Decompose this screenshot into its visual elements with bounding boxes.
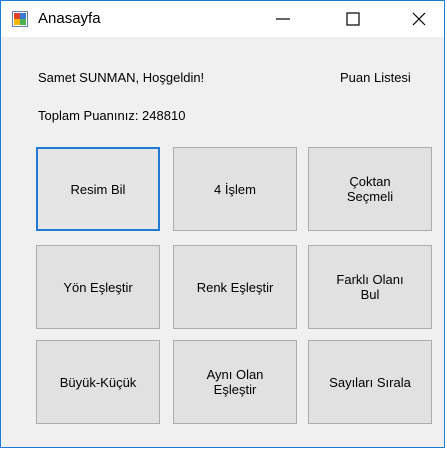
dort-islem-button[interactable]: 4 İşlem bbox=[173, 147, 297, 231]
minimize-button[interactable] bbox=[260, 1, 306, 37]
main-window: Anasayfa Samet SUNMAN, Hoşgeldin! Puan L… bbox=[0, 0, 445, 448]
app-window-icon bbox=[12, 11, 28, 27]
renk-eslestir-button[interactable]: Renk Eşleştir bbox=[173, 245, 297, 329]
leaderboard-link[interactable]: Puan Listesi bbox=[340, 70, 411, 86]
minimize-icon bbox=[276, 18, 290, 20]
coktan-secmeli-button[interactable]: Çoktan Seçmeli bbox=[308, 147, 432, 231]
farkli-olani-bul-button[interactable]: Farklı Olanı Bul bbox=[308, 245, 432, 329]
title-bar[interactable]: Anasayfa bbox=[1, 1, 444, 37]
total-points-label: Toplam Puanınız: 248810 bbox=[38, 108, 186, 123]
close-icon bbox=[412, 12, 426, 26]
ayni-olan-eslestir-button[interactable]: Aynı Olan Eşleştir bbox=[173, 340, 297, 424]
sayilari-sirala-button[interactable]: Sayıları Sırala bbox=[308, 340, 432, 424]
buyuk-kucuk-button[interactable]: Büyük-Küçük bbox=[36, 340, 160, 424]
close-button[interactable] bbox=[396, 1, 442, 37]
maximize-button[interactable] bbox=[330, 1, 376, 37]
maximize-icon bbox=[346, 12, 360, 26]
window-title: Anasayfa bbox=[38, 10, 101, 27]
resim-bil-button[interactable]: Resim Bil bbox=[36, 147, 160, 231]
yon-eslestir-button[interactable]: Yön Eşleştir bbox=[36, 245, 160, 329]
welcome-label: Samet SUNMAN, Hoşgeldin! bbox=[38, 70, 205, 85]
